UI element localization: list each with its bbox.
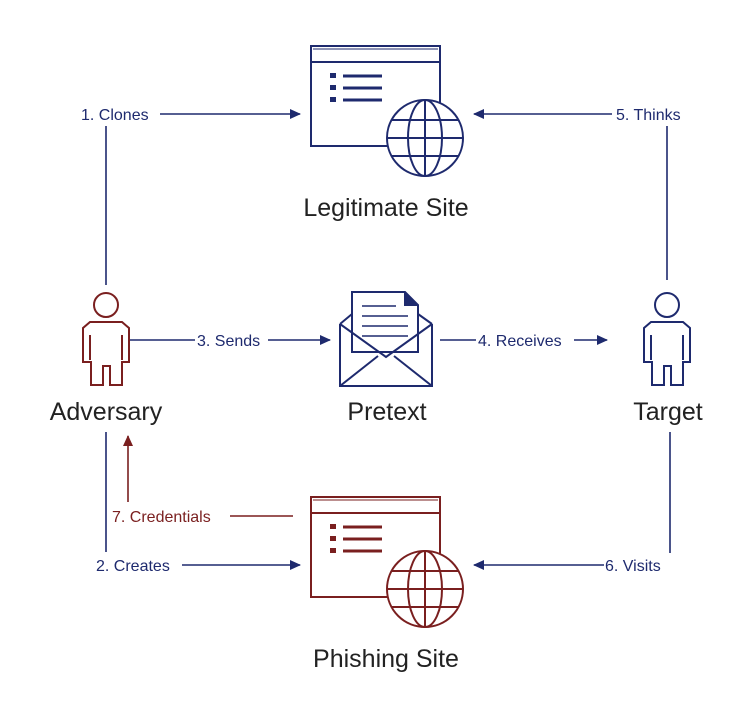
label-thinks: 5. Thinks xyxy=(616,107,681,124)
phishing-site-icon xyxy=(310,496,464,628)
label-clones: 1. Clones xyxy=(81,107,149,124)
phishing-attack-diagram: 1. Clones 5. Thinks 3. Sends 4. Receives… xyxy=(0,0,750,714)
label-receives: 4. Receives xyxy=(478,333,562,350)
title-pretext: Pretext xyxy=(347,398,426,426)
edge-thinks xyxy=(473,109,668,280)
adversary-person-icon xyxy=(82,292,130,386)
label-credentials: 7. Credentials xyxy=(112,509,211,526)
diagram-canvas: 1. Clones 5. Thinks 3. Sends 4. Receives… xyxy=(50,45,703,673)
title-legitimate-site: Legitimate Site xyxy=(303,194,468,222)
pretext-envelope-icon xyxy=(339,291,433,387)
edge-clones xyxy=(105,109,301,285)
target-person-icon xyxy=(643,292,691,386)
edge-credentials xyxy=(123,435,293,517)
label-creates: 2. Creates xyxy=(96,558,170,575)
title-adversary: Adversary xyxy=(50,398,163,426)
label-sends: 3. Sends xyxy=(197,333,260,350)
label-visits: 6. Visits xyxy=(605,558,661,575)
legitimate-site-icon xyxy=(310,45,464,177)
title-target: Target xyxy=(633,398,703,426)
edge-visits xyxy=(473,432,671,570)
title-phishing-site: Phishing Site xyxy=(313,645,459,673)
edge-creates xyxy=(105,432,301,570)
